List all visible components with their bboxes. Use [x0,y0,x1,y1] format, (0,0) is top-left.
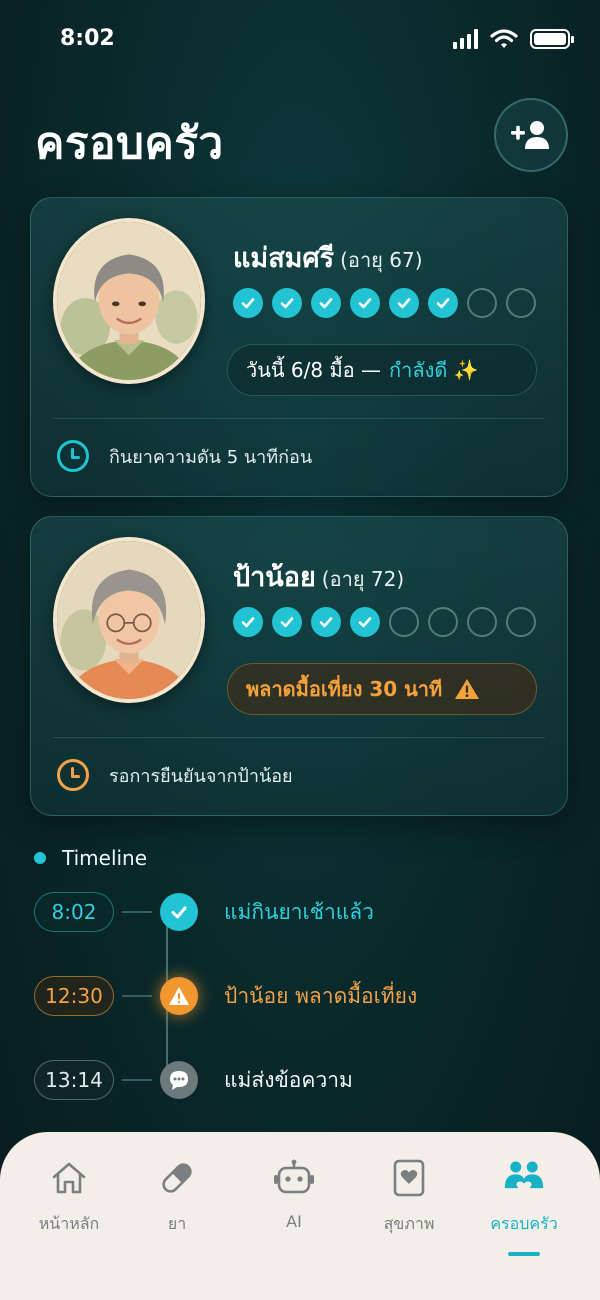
dose-pending-circle [506,607,536,637]
dose-taken-check-icon [272,288,302,318]
add-user-icon [511,121,549,149]
status-text: พลาดมื้อเที่ยง 30 นาที [246,677,443,701]
nav-item-ai[interactable]: AI [239,1156,349,1231]
dose-tracker [233,288,536,318]
dose-pending-circle [428,607,458,637]
member-card-pa-noi[interactable]: ป้าน้อย (อายุ 72) พลาดมื้อเที่ยง 30 นาที … [30,516,568,816]
last-activity: กินยาความดัน 5 นาทีก่อน [57,440,312,472]
dose-taken-check-icon [272,607,302,637]
status-pill-warning: พลาดมื้อเที่ยง 30 นาที [227,663,537,715]
nav-item-home[interactable]: หน้าหลัก [14,1156,124,1237]
member-age: (อายุ 67) [340,248,423,272]
last-activity: รอการยืนยันจากป้าน้อย [57,759,293,791]
timeline-event[interactable]: 8:02 แม่กินยาเช้าแล้ว [34,892,374,932]
event-text: แม่ส่งข้อความ [224,1067,353,1092]
nav-label: สุขภาพ [383,1214,435,1233]
avatar [53,218,205,384]
event-text: ป้าน้อย พลาดมื้อเที่ยง [224,983,418,1008]
event-text: แม่กินยาเช้าแล้ว [224,899,374,924]
connector [122,911,152,913]
battery-icon [530,29,574,49]
check-icon [160,893,198,931]
timeline-event[interactable]: 13:14 แม่ส่งข้อความ [34,1060,353,1100]
divider [53,737,545,738]
dose-taken-check-icon [311,288,341,318]
wifi-icon [490,29,518,48]
timeline-header: Timeline [34,846,147,870]
nav-item-family[interactable]: ครอบครัว [469,1156,579,1237]
pill-icon [155,1156,199,1200]
status-icons [453,28,574,50]
event-time: 8:02 [34,892,114,932]
dose-pending-circle [467,607,497,637]
event-time: 12:30 [34,976,114,1016]
nav-label: ครอบครัว [490,1214,558,1233]
dose-pending-circle [467,288,497,318]
divider [53,418,545,419]
chat-icon [160,1061,198,1099]
connector [122,1079,152,1081]
clock-icon [57,759,89,791]
timeline-title: Timeline [62,846,148,870]
last-activity-text: กินยาความดัน 5 นาทีก่อน [109,446,313,468]
dose-taken-check-icon [350,607,380,637]
dose-pending-circle [389,607,419,637]
member-name: แม่สมศรี [233,243,335,274]
status-highlight: กำลังดี ✨ [389,358,479,382]
timeline-dot-icon [34,852,46,864]
nav-item-health[interactable]: สุขภาพ [354,1156,464,1237]
member-name: ป้าน้อย [233,562,316,593]
dose-taken-check-icon [350,288,380,318]
dose-taken-check-icon [389,288,419,318]
dose-taken-check-icon [311,607,341,637]
health-card-icon [387,1156,431,1200]
dose-taken-check-icon [233,288,263,318]
member-age: (อายุ 72) [321,567,405,591]
status-time: 8:02 [60,26,115,51]
member-name-line: แม่สมศรี (อายุ 67) [233,236,423,279]
dose-tracker [233,607,536,637]
status-pill: วันนี้ 6/8 มื้อ — กำลังดี ✨ [227,344,537,396]
family-icon [502,1156,546,1200]
warning-icon [160,977,198,1015]
nav-label: AI [286,1212,302,1231]
nav-item-medicine[interactable]: ยา [122,1156,232,1237]
signal-icon [453,29,478,49]
status-bar: 8:02 [0,0,600,80]
last-activity-text: รอการยืนยันจากป้าน้อย [109,765,293,787]
home-icon [47,1156,91,1200]
clock-icon [57,440,89,472]
avatar [53,537,205,703]
timeline-event[interactable]: 12:30 ป้าน้อย พลาดมื้อเที่ยง [34,976,417,1016]
connector [122,995,152,997]
nav-label: หน้าหลัก [38,1214,100,1233]
warning-icon [455,679,480,699]
nav-label: ยา [167,1214,187,1233]
member-card-mae-somsri[interactable]: แม่สมศรี (อายุ 67) วันนี้ 6/8 มื้อ — กำลั… [30,197,568,497]
dose-pending-circle [506,288,536,318]
active-tab-indicator [508,1252,540,1256]
add-member-button[interactable] [494,98,568,172]
dose-taken-check-icon [428,288,458,318]
robot-icon [272,1156,316,1200]
page-title: ครอบครัว [35,118,224,169]
event-time: 13:14 [34,1060,114,1100]
dose-taken-check-icon [233,607,263,637]
member-name-line: ป้าน้อย (อายุ 72) [233,555,404,598]
bottom-nav: หน้าหลัก ยา AI สุขภาพ ครอบครัว [0,1132,600,1300]
status-text: วันนี้ 6/8 มื้อ — [246,358,382,382]
